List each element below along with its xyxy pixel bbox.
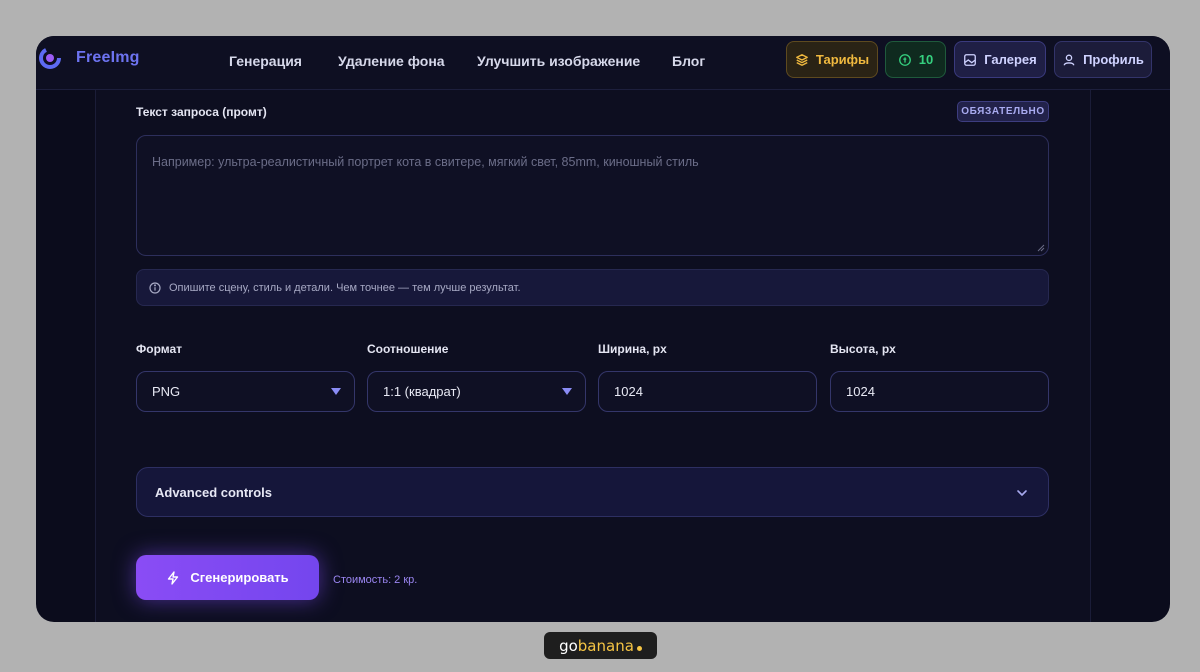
- advanced-controls-label: Advanced controls: [155, 484, 273, 500]
- ratio-select[interactable]: 1:1 (квадрат): [367, 371, 586, 412]
- watermark-go: go: [559, 636, 578, 655]
- panel-border-right: [1090, 90, 1091, 622]
- width-label: Ширина, px: [598, 342, 667, 356]
- generation-cost: Стоимость: 2 кр.: [333, 574, 418, 586]
- height-value: 1024: [846, 384, 875, 399]
- user-icon: [1063, 54, 1075, 66]
- ratio-value: 1:1 (квадрат): [383, 384, 461, 399]
- height-label: Высота, px: [830, 342, 896, 356]
- nav-link-blog[interactable]: Блог: [672, 53, 705, 69]
- prompt-hint-text: Опишите сцену, стиль и детали. Чем точне…: [169, 281, 521, 294]
- gallery-button[interactable]: Галерея: [954, 41, 1046, 78]
- watermark-dot: [636, 646, 642, 651]
- credits-button[interactable]: 10: [885, 41, 946, 78]
- format-select[interactable]: PNG: [136, 371, 355, 412]
- credits-count: 10: [918, 52, 934, 67]
- advanced-controls-toggle[interactable]: Advanced controls: [136, 467, 1049, 517]
- logo-mark-icon: [39, 47, 61, 69]
- info-icon: [149, 281, 161, 294]
- app-window: FreeImg Генерация Удаление фона Улучшить…: [36, 36, 1170, 622]
- prompt-label: Текст запроса (промт): [136, 105, 267, 119]
- nav-link-remove-bg[interactable]: Удаление фона: [338, 53, 445, 69]
- height-input[interactable]: 1024: [830, 371, 1049, 412]
- profile-button[interactable]: Профиль: [1054, 41, 1152, 78]
- coin-icon: [898, 53, 911, 66]
- nav-link-enhance[interactable]: Улучшить изображение: [477, 53, 640, 69]
- top-navbar: FreeImg Генерация Удаление фона Улучшить…: [36, 36, 1170, 90]
- caret-down-icon: [331, 388, 341, 395]
- caret-down-icon: [562, 388, 572, 395]
- width-input[interactable]: 1024: [598, 371, 817, 412]
- required-badge: ОБЯЗАТЕЛЬНО: [957, 101, 1049, 122]
- panel-border-left: [95, 90, 96, 622]
- format-value: PNG: [152, 384, 181, 399]
- prompt-hint: Опишите сцену, стиль и детали. Чем точне…: [136, 269, 1049, 306]
- chevron-down-icon: [1017, 490, 1027, 496]
- format-label: Формат: [136, 342, 183, 356]
- gobanana-watermark: go banana: [544, 632, 657, 659]
- gallery-label: Галерея: [984, 52, 1037, 67]
- watermark-banana: banana: [577, 636, 634, 655]
- ratio-label: Соотношение: [367, 342, 449, 356]
- prompt-textarea[interactable]: Например: ультра-реалистичный портрет ко…: [136, 135, 1049, 256]
- prompt-placeholder: Например: ультра-реалистичный портрет ко…: [152, 155, 699, 169]
- generate-button[interactable]: Сгенерировать: [136, 555, 319, 600]
- logo[interactable]: FreeImg: [38, 46, 140, 70]
- layers-icon: [795, 53, 808, 66]
- image-icon: [964, 53, 977, 66]
- nav-link-generation[interactable]: Генерация: [229, 53, 302, 69]
- profile-label: Профиль: [1083, 52, 1144, 67]
- generate-label: Сгенерировать: [190, 570, 289, 585]
- tariffs-label: Тарифы: [815, 52, 870, 67]
- bolt-icon: [168, 570, 179, 585]
- tariffs-button[interactable]: Тарифы: [786, 41, 878, 78]
- logo-text: FreeImg: [76, 49, 140, 66]
- resize-handle-icon[interactable]: [1037, 244, 1045, 252]
- width-value: 1024: [614, 384, 643, 399]
